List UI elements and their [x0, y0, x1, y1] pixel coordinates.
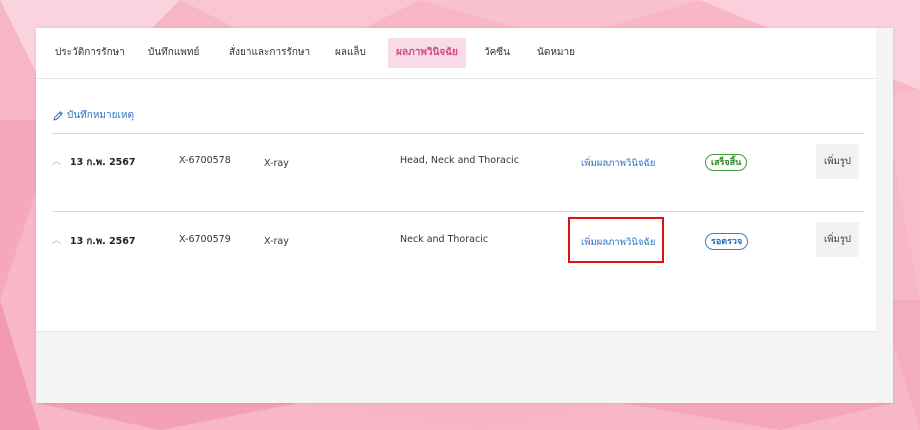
add-image-button[interactable]: เพิ่มรูป	[816, 144, 859, 179]
add-imaging-result-link[interactable]: เพิ่มผลภาพวินิจฉัย	[581, 156, 655, 171]
chevron-up-icon[interactable]: ︿	[52, 233, 61, 246]
pencil-icon	[53, 110, 63, 121]
tab-treatment-history[interactable]: ประวัติการรักษา	[48, 38, 132, 68]
row-modality: X-ray	[264, 158, 289, 169]
row-code: X-6700578	[179, 155, 231, 166]
tab-doctor-notes[interactable]: บันทึกแพทย์	[141, 38, 206, 68]
row-divider	[52, 133, 864, 134]
row-code: X-6700579	[179, 234, 231, 245]
add-image-button[interactable]: เพิ่มรูป	[816, 222, 859, 257]
row-region: Head, Neck and Thoracic	[400, 155, 519, 166]
row-date: 13 ก.พ. 2567	[70, 236, 136, 247]
add-note-label: บันทึกหมายเหตุ	[67, 110, 134, 121]
row-region: Neck and Thoracic	[400, 234, 489, 245]
row-modality: X-ray	[264, 236, 289, 247]
tab-lab-results[interactable]: ผลแล็บ	[328, 38, 373, 68]
tab-imaging-results[interactable]: ผลภาพวินิจฉัย	[388, 38, 466, 68]
status-badge: รอตรวจ	[705, 233, 749, 250]
row-date: 13 ก.พ. 2567	[70, 157, 136, 168]
tab-bar: ประวัติการรักษา บันทึกแพทย์ สั่งยาและการ…	[36, 28, 876, 79]
chevron-up-icon[interactable]: ︿	[52, 154, 61, 167]
highlight-box	[568, 217, 664, 263]
status-badge: เสร็จสิ้น	[705, 154, 748, 171]
tab-medication-orders[interactable]: สั่งยาและการรักษา	[222, 38, 317, 68]
tab-vaccines[interactable]: วัคซีน	[477, 38, 517, 68]
patient-record-card: ประวัติการรักษา บันทึกแพทย์ สั่งยาและการ…	[36, 28, 876, 332]
row-divider	[52, 211, 864, 212]
add-note-link[interactable]: บันทึกหมายเหตุ	[52, 108, 134, 123]
content-frame: ประวัติการรักษา บันทึกแพทย์ สั่งยาและการ…	[36, 28, 893, 403]
tab-appointments[interactable]: นัดหมาย	[530, 38, 582, 68]
